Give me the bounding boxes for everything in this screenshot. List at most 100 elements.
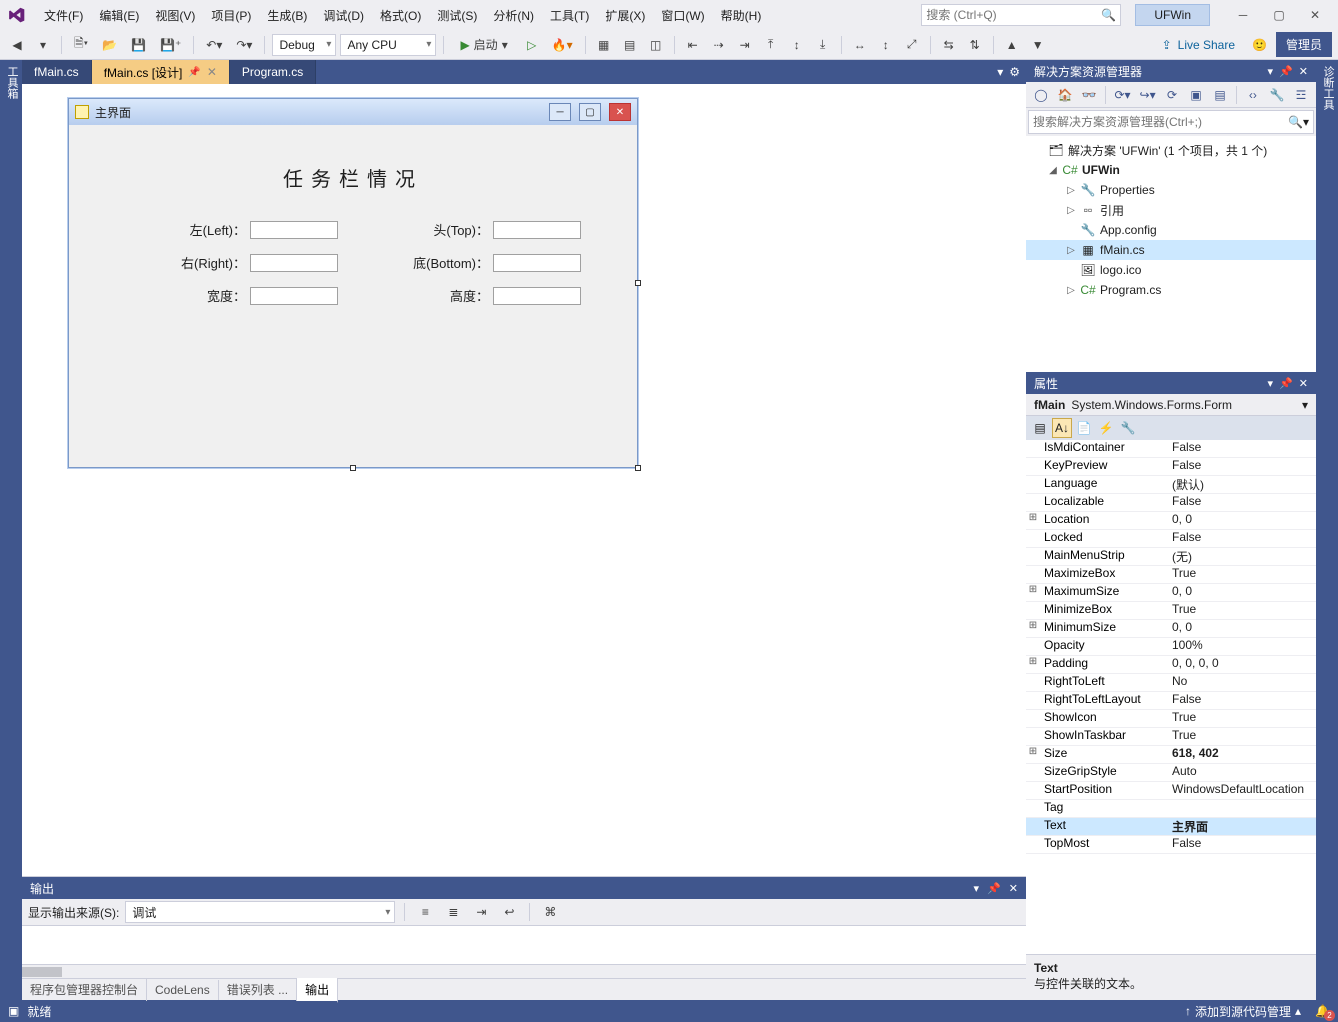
- output-text[interactable]: [22, 925, 1026, 964]
- form-input[interactable]: [493, 287, 581, 305]
- property-row[interactable]: ⊞Location0, 0: [1026, 512, 1316, 530]
- menu-b[interactable]: 生成(B): [259, 3, 315, 28]
- window-close-button[interactable]: ✕: [1298, 4, 1332, 26]
- property-row[interactable]: RightToLeftLayoutFalse: [1026, 692, 1316, 710]
- property-row[interactable]: ⊞Padding0, 0, 0, 0: [1026, 656, 1316, 674]
- sol-preview-button[interactable]: ☲: [1290, 84, 1312, 106]
- output-toggle-2[interactable]: ⇥: [470, 901, 492, 923]
- property-row[interactable]: Tag: [1026, 800, 1316, 818]
- menu-s[interactable]: 测试(S): [429, 3, 485, 28]
- resize-handle-corner[interactable]: [635, 465, 641, 471]
- sol-sync-button[interactable]: 👓: [1078, 84, 1100, 106]
- close-icon[interactable]: ✕: [207, 65, 217, 79]
- align-top-button[interactable]: ⤒: [760, 34, 782, 56]
- left-tool-rail[interactable]: 工具箱 数据源: [0, 60, 22, 1000]
- save-button[interactable]: 💾: [126, 34, 151, 56]
- property-row[interactable]: KeyPreviewFalse: [1026, 458, 1316, 476]
- property-row[interactable]: Opacity100%: [1026, 638, 1316, 656]
- tab-overflow-button[interactable]: ▾: [997, 65, 1003, 79]
- property-row[interactable]: LockedFalse: [1026, 530, 1316, 548]
- hot-reload-button[interactable]: 🔥▾: [547, 34, 578, 56]
- undo-button[interactable]: ↶▾: [201, 34, 227, 56]
- window-minimize-button[interactable]: ─: [1226, 4, 1260, 26]
- menu-w[interactable]: 窗口(W): [653, 3, 712, 28]
- vspace-btn[interactable]: ⇅: [964, 34, 986, 56]
- property-row[interactable]: StartPositionWindowsDefaultLocation: [1026, 782, 1316, 800]
- start-nodebug-button[interactable]: ▷: [521, 34, 543, 56]
- doc-tab-fmain-cs[interactable]: fMain.cs: [22, 60, 92, 84]
- solution-explorer-header[interactable]: 解决方案资源管理器 ▾ 📌 ✕: [1026, 60, 1316, 82]
- properties-target[interactable]: fMainSystem.Windows.Forms.Form▾: [1026, 394, 1316, 416]
- nav-fwd-button[interactable]: ▾: [32, 34, 54, 56]
- property-row[interactable]: ⊞MaximumSize0, 0: [1026, 584, 1316, 602]
- form-input[interactable]: [250, 287, 338, 305]
- prop-props-button[interactable]: 📄: [1074, 418, 1094, 438]
- tree-properties[interactable]: ▷🔧Properties: [1026, 180, 1316, 200]
- property-row[interactable]: RightToLeftNo: [1026, 674, 1316, 692]
- tree-fmain[interactable]: ▷▦fMain.cs: [1026, 240, 1316, 260]
- status-notifications[interactable]: 🔔2: [1315, 1004, 1330, 1018]
- platform-combo[interactable]: Any CPU: [340, 34, 436, 56]
- live-share-button[interactable]: ⇪Live Share: [1154, 38, 1243, 52]
- layout-btn-3[interactable]: ◫: [645, 34, 667, 56]
- bottom-tab[interactable]: 错误列表 ...: [219, 978, 297, 1001]
- tree-logo[interactable]: 🖼logo.ico: [1026, 260, 1316, 280]
- menu-f[interactable]: 文件(F): [36, 3, 91, 28]
- bottom-tab[interactable]: 输出: [297, 977, 338, 1003]
- resize-handle-right[interactable]: [635, 280, 641, 286]
- tree-project[interactable]: ◢C#UFWin: [1026, 160, 1316, 180]
- hspace-btn[interactable]: ⇆: [938, 34, 960, 56]
- layout-btn-2[interactable]: ▤: [619, 34, 641, 56]
- size-btn-1[interactable]: ↔: [849, 34, 871, 56]
- align-bot-button[interactable]: ⤓: [812, 34, 834, 56]
- diagnostics-tab[interactable]: 诊断工具: [1322, 66, 1334, 110]
- chevron-down-icon[interactable]: ▾: [1268, 65, 1274, 78]
- sol-showall-button[interactable]: ▤: [1209, 84, 1231, 106]
- property-row[interactable]: ShowInTaskbarTrue: [1026, 728, 1316, 746]
- sol-btn-b[interactable]: ↪▾: [1136, 84, 1159, 106]
- output-panel-header[interactable]: 输出 ▾ 📌 ✕: [22, 877, 1026, 899]
- close-icon[interactable]: ✕: [1299, 377, 1308, 390]
- form-client-area[interactable]: 任务栏情况 左(Left)：头(Top)：右(Right)：底(Bottom)：…: [69, 125, 637, 467]
- solution-tree[interactable]: 🗂解决方案 'UFWin' (1 个项目，共 1 个) ◢C#UFWin ▷🔧P…: [1026, 136, 1316, 372]
- form-input[interactable]: [493, 221, 581, 239]
- sol-properties-button[interactable]: 🔧: [1266, 84, 1288, 106]
- size-btn-2[interactable]: ↕: [875, 34, 897, 56]
- sol-btn-a[interactable]: ⟳▾: [1111, 84, 1134, 106]
- properties-grid[interactable]: IsMdiContainerFalseKeyPreviewFalseLangua…: [1026, 440, 1316, 954]
- tab-settings-button[interactable]: ⚙: [1009, 65, 1020, 79]
- align-mid-button[interactable]: ↕: [786, 34, 808, 56]
- form-max-button[interactable]: ▢: [579, 103, 601, 121]
- form-input[interactable]: [250, 254, 338, 272]
- menu-d[interactable]: 调试(D): [315, 3, 372, 28]
- layout-btn-1[interactable]: ▦: [593, 34, 615, 56]
- tree-program[interactable]: ▷C#Program.cs: [1026, 280, 1316, 300]
- menu-x[interactable]: 扩展(X): [597, 3, 653, 28]
- window-restore-button[interactable]: ▢: [1262, 4, 1296, 26]
- output-toggle-1[interactable]: ≣: [442, 901, 464, 923]
- menu-p[interactable]: 项目(P): [203, 3, 259, 28]
- sol-refresh-button[interactable]: ⟳: [1161, 84, 1183, 106]
- output-wrap-button[interactable]: ↩: [498, 901, 520, 923]
- sol-code-button[interactable]: ‹›: [1242, 84, 1264, 106]
- property-row[interactable]: ⊞MinimumSize0, 0: [1026, 620, 1316, 638]
- order-front-button[interactable]: ▲: [1001, 34, 1023, 56]
- pin-icon[interactable]: 📌: [1279, 65, 1293, 78]
- align-left-button[interactable]: ⇤: [682, 34, 704, 56]
- solution-search[interactable]: 🔍▾: [1028, 110, 1314, 134]
- designed-form[interactable]: 主界面 ─ ▢ ✕ 任务栏情况 左(Left)：头(Top)：右(Right)：…: [68, 98, 638, 468]
- panel-close-icon[interactable]: ✕: [1009, 882, 1018, 895]
- menu-o[interactable]: 格式(O): [372, 3, 429, 28]
- bottom-tab[interactable]: 程序包管理器控制台: [22, 978, 147, 1001]
- toolbox-tab[interactable]: 工具箱: [4, 66, 20, 994]
- property-row[interactable]: MaximizeBoxTrue: [1026, 566, 1316, 584]
- doc-tab-program-cs[interactable]: Program.cs: [230, 60, 316, 84]
- resize-handle-bottom[interactable]: [350, 465, 356, 471]
- output-cmd-button[interactable]: ⌘: [539, 901, 561, 923]
- form-close-button[interactable]: ✕: [609, 103, 631, 121]
- form-designer-surface[interactable]: 主界面 ─ ▢ ✕ 任务栏情况 左(Left)：头(Top)：右(Right)：…: [22, 84, 1026, 876]
- quick-search-input[interactable]: [926, 8, 1101, 22]
- prop-categorized-button[interactable]: ▤: [1030, 418, 1050, 438]
- doc-tab-fmain-designer[interactable]: fMain.cs [设计]📌✕: [92, 60, 230, 84]
- menu-h[interactable]: 帮助(H): [713, 3, 770, 28]
